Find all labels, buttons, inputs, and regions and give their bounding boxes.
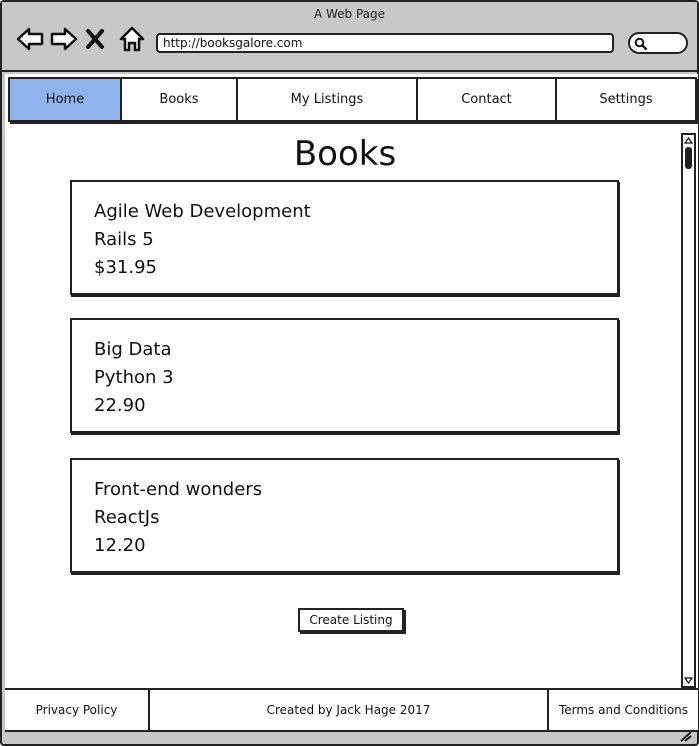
close-x-icon[interactable] [84,25,112,53]
terms-link[interactable]: Terms and Conditions [549,690,698,730]
book-card[interactable]: Big Data Python 3 22.90 [70,318,619,433]
home-icon[interactable] [118,25,146,53]
nav-tabs: Home Books My Listings Contact Settings [8,77,697,122]
address-bar[interactable]: http://booksgalore.com [156,33,614,53]
book-subtitle: ReactJs [94,507,160,528]
tab-home[interactable]: Home [10,79,122,120]
browser-search-field[interactable] [628,32,688,54]
resize-grip-icon[interactable] [679,730,693,742]
tab-contact[interactable]: Contact [418,79,557,120]
nav-buttons [16,25,146,53]
search-icon [634,37,648,51]
book-title: Agile Web Development [94,201,311,222]
browser-window: A Web Page http://booksgalore.com Home B… [0,0,699,746]
book-card[interactable]: Agile Web Development Rails 5 $31.95 [70,180,619,295]
create-listing-button[interactable]: Create Listing [298,608,404,632]
tab-settings[interactable]: Settings [557,79,695,120]
book-price: $31.95 [94,257,157,278]
book-subtitle: Python 3 [94,367,174,388]
page-footer: Privacy Policy Created by Jack Hage 2017… [5,688,698,732]
page-content: Home Books My Listings Contact Settings … [5,74,698,688]
scroll-up-icon[interactable] [684,136,693,145]
vertical-scrollbar[interactable] [681,133,696,688]
scroll-thumb[interactable] [685,147,692,169]
forward-arrow-icon[interactable] [50,25,78,53]
book-title: Big Data [94,339,172,360]
book-title: Front-end wonders [94,479,263,500]
tab-books[interactable]: Books [122,79,238,120]
privacy-policy-link[interactable]: Privacy Policy [5,690,150,730]
book-card[interactable]: Front-end wonders ReactJs 12.20 [70,458,619,573]
book-price: 12.20 [94,535,146,556]
page-title: Books [293,134,397,174]
window-title: A Web Page [313,7,386,21]
browser-toolbar: A Web Page http://booksgalore.com [2,2,697,72]
back-arrow-icon[interactable] [16,25,44,53]
footer-credit: Created by Jack Hage 2017 [150,690,549,730]
scroll-down-icon[interactable] [684,676,693,685]
book-price: 22.90 [94,395,146,416]
tab-my-listings[interactable]: My Listings [238,79,418,120]
book-subtitle: Rails 5 [94,229,154,250]
